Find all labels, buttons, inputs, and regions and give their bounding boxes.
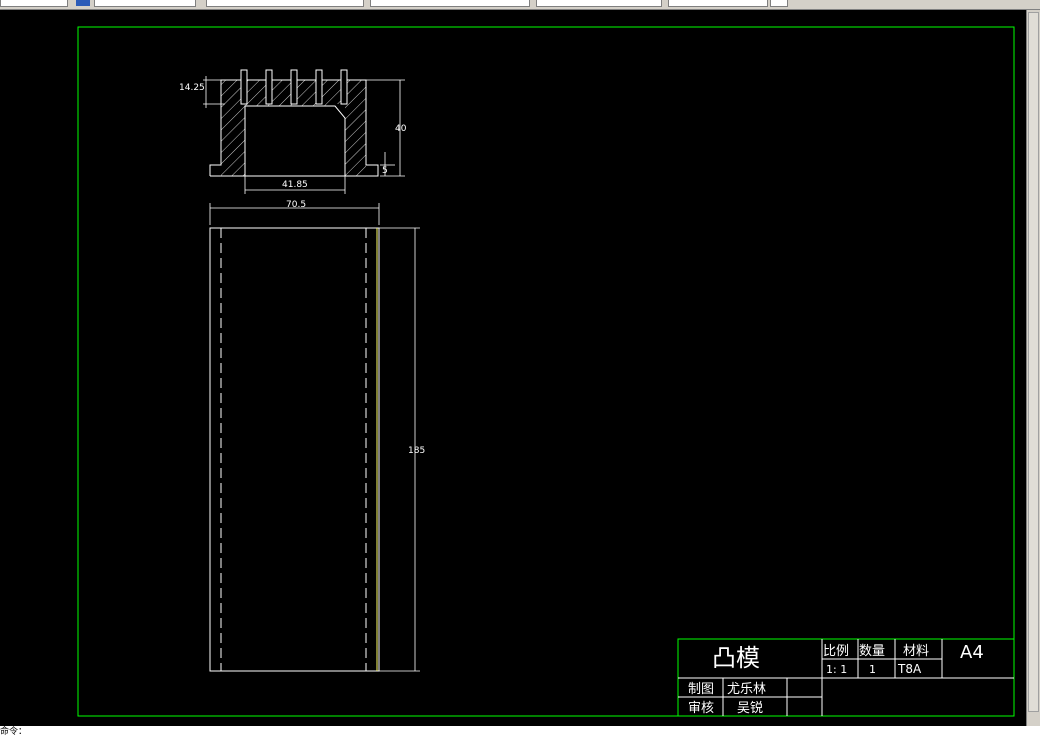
part-name: 凸模 — [712, 644, 760, 672]
drawn-by-label: 制图 — [688, 682, 714, 697]
title-block: 凸模 比例 数量 材料 A4 1: 1 1 T8A 制图 尤乐林 审核 吴锐 — [677, 638, 1015, 717]
command-line[interactable] — [0, 726, 1040, 736]
section-inner-cavity — [244, 105, 346, 176]
dim-inner-width: 41.85 — [282, 180, 308, 190]
slot — [240, 69, 248, 105]
material-label: 材料 — [903, 644, 929, 659]
slot — [290, 69, 298, 105]
slot — [315, 69, 323, 105]
material-value: T8A — [897, 662, 922, 676]
section-view: 14.25 40 5 41.85 — [179, 69, 407, 194]
dim-top-height: 14.25 — [179, 83, 205, 93]
dim-flange: 5 — [382, 166, 388, 176]
right-wall-hatch — [345, 80, 366, 176]
front-outline — [209, 227, 380, 672]
quantity-value: 1 — [869, 663, 876, 676]
front-view: 70.5 185 — [209, 200, 425, 672]
scale-value: 1: 1 — [826, 663, 847, 676]
sheet-border — [77, 26, 1015, 717]
checked-by: 吴锐 — [737, 701, 763, 716]
scale-label: 比例 — [823, 644, 849, 659]
sheet-size: A4 — [960, 642, 984, 663]
cad-drawing[interactable]: 14.25 40 5 41.85 70.5 185 凸模 比例 数量 材料 A4… — [0, 0, 1040, 736]
slot — [265, 69, 273, 105]
command-hint: 命令： — [0, 726, 28, 736]
checked-by-label: 审核 — [688, 701, 714, 716]
dim-length: 185 — [408, 446, 425, 456]
slot — [340, 69, 348, 105]
quantity-label: 数量 — [859, 644, 885, 659]
drawn-by: 尤乐林 — [727, 682, 766, 697]
dim-outer-width: 70.5 — [286, 200, 306, 210]
dim-total-height: 40 — [395, 124, 407, 134]
